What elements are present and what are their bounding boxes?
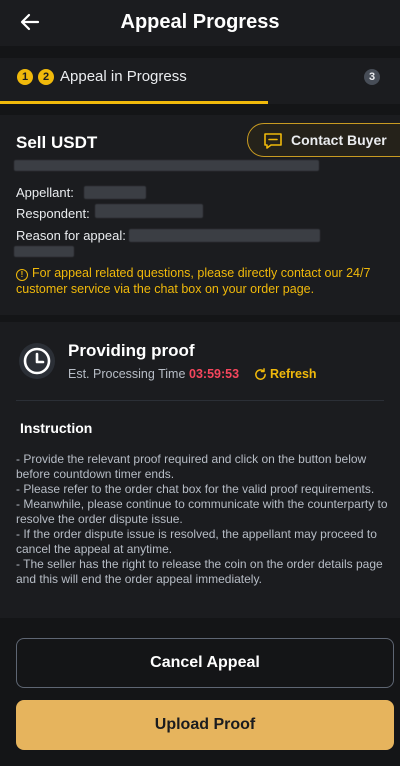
- order-title: Sell USDT: [16, 133, 98, 152]
- est-processing-label: Est. Processing Time: [68, 367, 186, 381]
- instruction-title: Instruction: [20, 420, 93, 436]
- step-progress-bar: [0, 101, 268, 104]
- instruction-item: - Please refer to the order chat box for…: [16, 482, 375, 496]
- step-3-badge: 3: [364, 69, 380, 85]
- upload-proof-button[interactable]: Upload Proof: [16, 700, 394, 750]
- redacted-order-id: [14, 160, 319, 171]
- proof-card: Providing proof Est. Processing Time 03:…: [0, 322, 400, 618]
- redacted-reason-cont: [14, 246, 74, 257]
- redacted-respondent: [95, 204, 203, 218]
- notice-text: For appeal related questions, please dir…: [16, 266, 371, 296]
- page-title: Appeal Progress: [120, 11, 280, 33]
- step-1-badge: 1: [17, 69, 33, 85]
- countdown-timer: 03:59:53: [189, 367, 240, 381]
- contact-buyer-button[interactable]: Contact Buyer: [247, 123, 400, 157]
- respondent-label: Respondent:: [16, 206, 90, 221]
- step-label: Appeal in Progress: [60, 68, 187, 85]
- reason-label: Reason for appeal:: [16, 228, 126, 243]
- refresh-button[interactable]: Refresh: [270, 367, 317, 381]
- providing-proof-title: Providing proof: [68, 341, 195, 360]
- appellant-label: Appellant:: [16, 185, 74, 200]
- redacted-reason: [129, 229, 320, 242]
- appeal-steps: 1 2 Appeal in Progress 3: [0, 58, 400, 104]
- instruction-list: - Provide the relevant proof required an…: [16, 452, 388, 587]
- clock-icon: [19, 343, 55, 379]
- chat-icon: [264, 133, 282, 149]
- instruction-item: - Meanwhile, please continue to communic…: [16, 497, 388, 526]
- contact-buyer-label: Contact Buyer: [291, 132, 387, 148]
- header: Appeal Progress: [0, 0, 400, 46]
- step-2-badge: 2: [38, 69, 54, 85]
- appeal-notice: ! For appeal related questions, please di…: [16, 265, 386, 297]
- warning-icon: !: [16, 269, 28, 281]
- instruction-item: - Provide the relevant proof required an…: [16, 452, 367, 481]
- instruction-item: - The seller has the right to release th…: [16, 557, 383, 586]
- cancel-appeal-button[interactable]: Cancel Appeal: [16, 638, 394, 688]
- refresh-icon[interactable]: [254, 368, 267, 381]
- instruction-item: - If the order dispute issue is resolved…: [16, 527, 377, 556]
- order-card: Sell USDT Contact Buyer Appellant: Respo…: [0, 115, 400, 315]
- redacted-appellant: [84, 186, 146, 199]
- divider: [16, 400, 384, 401]
